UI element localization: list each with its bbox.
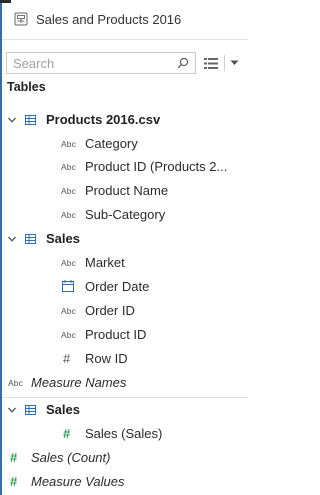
toolbar-separator xyxy=(224,55,225,71)
field-row[interactable]: Abc Product ID (Products 2... xyxy=(0,156,248,178)
field-row[interactable]: Abc Category xyxy=(0,133,248,155)
measure-names-row[interactable]: Abc Measure Names xyxy=(0,372,248,394)
field-label: Order ID xyxy=(85,303,135,318)
string-type-icon: Abc xyxy=(61,258,76,268)
string-type-icon: Abc xyxy=(61,330,76,340)
field-label: Product ID (Products 2... xyxy=(85,159,228,174)
field-label: Product Name xyxy=(85,183,169,198)
field-label: Row ID xyxy=(85,351,128,366)
measure-type-icon: # xyxy=(10,450,18,465)
field-label: Sales (Sales) xyxy=(85,426,163,441)
field-label: Sales (Count) xyxy=(31,450,111,465)
search-box[interactable] xyxy=(6,52,196,74)
chevron-down-icon[interactable] xyxy=(7,234,17,244)
string-type-icon: Abc xyxy=(8,378,23,388)
field-row[interactable]: Abc Order ID xyxy=(0,300,248,322)
datasource-header[interactable]: Sales and Products 2016 xyxy=(12,5,248,33)
field-label: Sub-Category xyxy=(85,207,166,222)
chevron-down-icon[interactable] xyxy=(7,115,17,125)
table-icon xyxy=(25,405,36,415)
table-icon xyxy=(25,115,36,125)
table-name: Sales xyxy=(46,402,80,417)
top-marker xyxy=(0,0,11,3)
field-label: Category xyxy=(85,136,138,151)
table-icon xyxy=(25,234,36,244)
field-row[interactable]: # Measure Values xyxy=(0,471,248,493)
string-type-icon: Abc xyxy=(61,306,76,316)
calendar-icon xyxy=(62,280,74,292)
header-divider xyxy=(2,39,248,40)
measure-type-icon: # xyxy=(10,474,18,489)
field-label: Measure Names xyxy=(31,375,127,390)
field-row[interactable]: # Row ID xyxy=(0,348,248,370)
datasource-icon xyxy=(14,12,28,26)
table-header-sales[interactable]: Sales xyxy=(0,228,248,250)
string-type-icon: Abc xyxy=(61,139,76,149)
field-row[interactable]: Order Date xyxy=(0,276,248,298)
search-row xyxy=(6,52,248,74)
section-divider xyxy=(2,397,248,398)
list-view-icon[interactable] xyxy=(204,57,218,69)
table-name: Products 2016.csv xyxy=(46,112,161,127)
number-type-icon: # xyxy=(63,351,71,366)
field-label: Market xyxy=(85,255,125,270)
string-type-icon: Abc xyxy=(61,186,76,196)
table-header-sales-measures[interactable]: Sales xyxy=(0,399,248,421)
datasource-title: Sales and Products 2016 xyxy=(36,11,182,27)
field-row[interactable]: # Sales (Sales) xyxy=(0,423,248,445)
measure-type-icon: # xyxy=(63,426,71,441)
field-row[interactable]: Abc Product Name xyxy=(0,180,248,202)
field-row[interactable]: Abc Market xyxy=(0,252,248,274)
dropdown-caret-icon[interactable] xyxy=(230,60,239,66)
field-row[interactable]: Abc Sub-Category xyxy=(0,204,248,226)
string-type-icon: Abc xyxy=(61,210,76,220)
search-input[interactable] xyxy=(13,55,163,71)
field-label: Order Date xyxy=(85,279,150,294)
table-header-products[interactable]: Products 2016.csv xyxy=(0,109,248,131)
field-row[interactable]: Abc Product ID xyxy=(0,324,248,346)
chevron-down-icon[interactable] xyxy=(7,405,17,415)
field-row[interactable]: # Sales (Count) xyxy=(0,447,248,469)
tables-heading: Tables xyxy=(7,80,46,94)
table-name: Sales xyxy=(46,231,80,246)
field-label: Measure Values xyxy=(31,474,125,489)
field-label: Product ID xyxy=(85,327,147,342)
magnifier-icon[interactable] xyxy=(177,57,189,69)
string-type-icon: Abc xyxy=(61,162,76,172)
